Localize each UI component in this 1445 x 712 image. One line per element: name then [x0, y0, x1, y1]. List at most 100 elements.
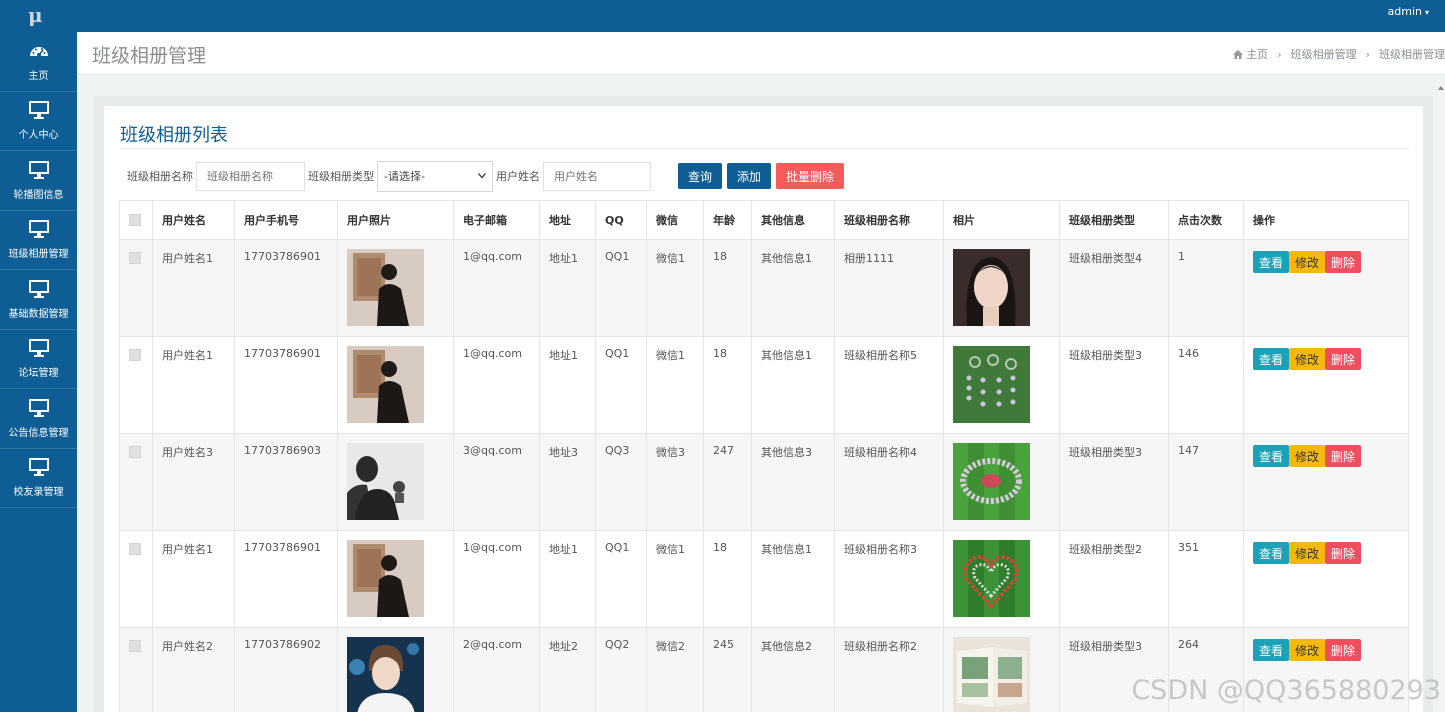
dashboard-icon — [29, 46, 48, 57]
user-name-cell: 用户姓名3 — [152, 433, 235, 531]
other-info-cell: 其他信息1 — [751, 336, 835, 434]
content-panel: 班级相册列表 班级相册名称 班级相册类型 -请选择- 用户姓名 查询 添加 批量… — [104, 106, 1423, 712]
edit-button[interactable]: 修改 — [1289, 542, 1326, 564]
vertical-scrollbar[interactable] — [1437, 80, 1445, 712]
monitor-icon — [28, 160, 49, 179]
select-all-checkbox[interactable] — [129, 213, 141, 226]
view-button[interactable]: 查看 — [1253, 251, 1290, 273]
monitor-icon — [28, 101, 49, 120]
table-row: 用户姓名3 17703786903 3@qq.com 地址3 QQ3 微信3 2… — [119, 433, 1409, 531]
other-info-cell: 其他信息1 — [751, 530, 835, 628]
row-checkbox[interactable] — [129, 349, 141, 361]
sidebar-item-carousel[interactable]: 轮播图信息 — [0, 151, 77, 211]
other-info-cell: 其他信息2 — [751, 627, 835, 712]
view-button[interactable]: 查看 — [1253, 348, 1290, 370]
batch-delete-button[interactable]: 批量删除 — [776, 163, 845, 189]
delete-button[interactable]: 删除 — [1325, 542, 1362, 564]
sidebar-item-announcements[interactable]: 公告信息管理 — [0, 389, 77, 449]
user-name-label: 用户姓名 — [496, 170, 540, 183]
photo-cell — [943, 433, 1060, 531]
column-header: 用户照片 — [337, 200, 454, 240]
email-cell: 3@qq.com — [453, 433, 540, 531]
email-cell: 1@qq.com — [453, 239, 540, 337]
table-body: 用户姓名1 17703786901 1@qq.com 地址1 QQ1 微信1 1… — [119, 239, 1409, 712]
delete-button[interactable]: 删除 — [1325, 445, 1362, 467]
sidebar-item-home[interactable]: 主页 — [0, 32, 77, 92]
view-button[interactable]: 查看 — [1253, 445, 1290, 467]
scroll-up-icon[interactable] — [1438, 86, 1444, 90]
wechat-cell: 微信1 — [646, 336, 704, 434]
row-checkbox[interactable] — [129, 640, 141, 652]
album-name-input[interactable] — [196, 161, 305, 191]
row-checkbox[interactable] — [129, 252, 141, 264]
table-row: 用户姓名1 17703786901 1@qq.com 地址1 QQ1 微信1 1… — [119, 336, 1409, 434]
photo-cell — [943, 239, 1060, 337]
wechat-cell: 微信2 — [646, 627, 704, 712]
sidebar-item-personal-center[interactable]: 个人中心 — [0, 92, 77, 151]
user-name: admin — [1387, 5, 1422, 18]
album-photo — [953, 540, 1030, 617]
wechat-cell: 微信1 — [646, 530, 704, 628]
breadcrumb-separator: › — [1277, 48, 1282, 61]
user-name-cell: 用户姓名1 — [152, 530, 235, 628]
edit-button[interactable]: 修改 — [1289, 348, 1326, 370]
actions-cell: 查看 修改 删除 — [1243, 433, 1409, 531]
sidebar: 主页 个人中心 轮播图信息 班级相册管理 基础数据管理 论坛管理 公告信息管理 … — [0, 32, 77, 712]
column-header: 年龄 — [703, 200, 752, 240]
phone-cell: 17703786901 — [234, 336, 338, 434]
user-menu[interactable]: admin ▾ — [1388, 5, 1429, 18]
sidebar-item-label: 主页 — [28, 70, 49, 82]
avatar-image — [347, 346, 424, 423]
delete-button[interactable]: 删除 — [1325, 639, 1362, 661]
view-button[interactable]: 查看 — [1253, 542, 1290, 564]
delete-button[interactable]: 删除 — [1325, 348, 1362, 370]
user-name-input[interactable] — [543, 161, 651, 191]
divider — [120, 148, 1409, 149]
row-select-cell — [119, 530, 153, 628]
breadcrumb: 主页 › 班级相册管理 › 班级相册管理 — [1233, 46, 1445, 62]
sidebar-item-alumni[interactable]: 校友录管理 — [0, 449, 77, 508]
view-button[interactable]: 查看 — [1253, 639, 1290, 661]
album-photo — [953, 346, 1030, 423]
sidebar-item-label: 论坛管理 — [18, 368, 59, 380]
edit-button[interactable]: 修改 — [1289, 639, 1326, 661]
edit-button[interactable]: 修改 — [1289, 445, 1326, 467]
album-photo — [953, 249, 1030, 326]
avatar-image — [347, 443, 424, 520]
column-header: 班级相册类型 — [1059, 200, 1169, 240]
table-header-row: 用户姓名 用户手机号 用户照片 电子邮箱 地址 QQ 微信 年龄 其他信息 班级… — [119, 200, 1409, 240]
avatar-cell — [337, 239, 454, 337]
click-count-cell: 146 — [1168, 336, 1244, 434]
chevron-down-icon — [478, 173, 486, 179]
query-button[interactable]: 查询 — [678, 163, 723, 189]
sidebar-item-label: 个人中心 — [18, 130, 59, 142]
avatar-cell — [337, 530, 454, 628]
monitor-icon — [28, 220, 49, 239]
age-cell: 18 — [703, 530, 752, 628]
address-cell: 地址2 — [539, 627, 596, 712]
sidebar-item-label: 轮播图信息 — [13, 189, 64, 201]
album-name-cell: 班级相册名称4 — [834, 433, 944, 531]
qq-cell: QQ1 — [595, 530, 647, 628]
photo-cell — [943, 627, 1060, 712]
album-type-cell: 班级相册类型2 — [1059, 530, 1169, 628]
sidebar-item-basic-data[interactable]: 基础数据管理 — [0, 270, 77, 330]
email-cell: 1@qq.com — [453, 336, 540, 434]
email-cell: 1@qq.com — [453, 530, 540, 628]
edit-button[interactable]: 修改 — [1289, 251, 1326, 273]
phone-cell: 17703786901 — [234, 239, 338, 337]
sidebar-item-album-management[interactable]: 班级相册管理 — [0, 211, 77, 270]
breadcrumb-home[interactable]: 主页 — [1246, 48, 1268, 61]
row-checkbox[interactable] — [129, 543, 141, 555]
add-button[interactable]: 添加 — [727, 163, 772, 189]
actions-cell: 查看 修改 删除 — [1243, 530, 1409, 628]
album-type-select[interactable]: -请选择- — [377, 160, 493, 192]
monitor-icon — [28, 339, 49, 358]
delete-button[interactable]: 删除 — [1325, 251, 1362, 273]
email-cell: 2@qq.com — [453, 627, 540, 712]
row-checkbox[interactable] — [129, 446, 141, 458]
sidebar-item-forum[interactable]: 论坛管理 — [0, 330, 77, 389]
phone-cell: 17703786903 — [234, 433, 338, 531]
breadcrumb-item[interactable]: 班级相册管理 — [1291, 48, 1357, 61]
avatar-cell — [337, 336, 454, 434]
